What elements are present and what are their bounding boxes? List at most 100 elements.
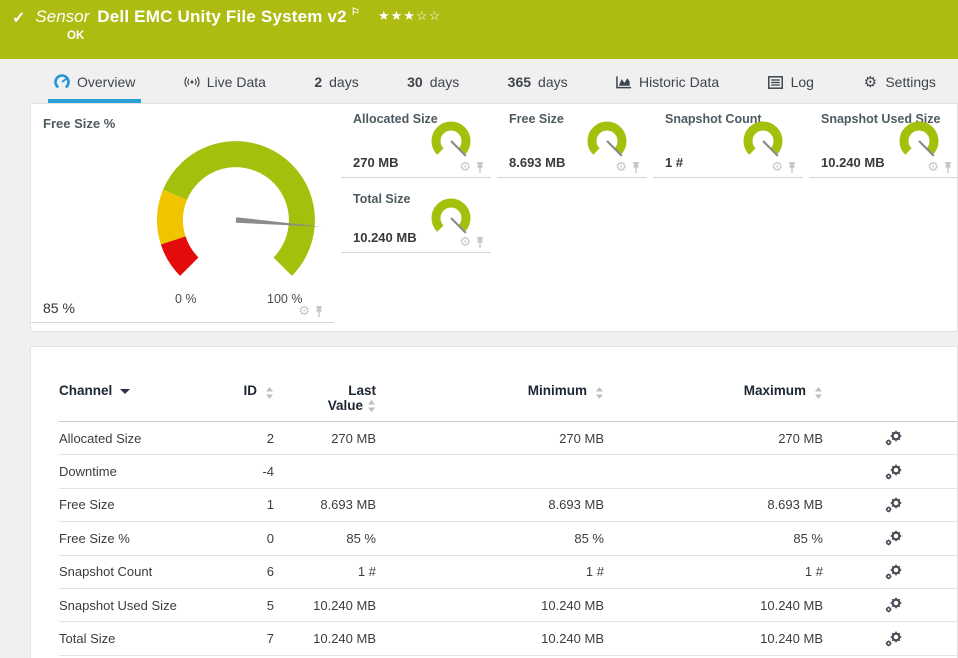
channel-settings-gears-icon[interactable]	[823, 631, 957, 647]
channel-settings-gears-icon[interactable]	[823, 564, 957, 580]
table-row[interactable]: Free Size 1 8.693 MB 8.693 MB 8.693 MB	[59, 489, 957, 522]
tab-365-days[interactable]: 365 days	[502, 74, 574, 103]
pin-icon[interactable]	[787, 162, 797, 174]
priority-stars[interactable]: ★★★☆☆	[378, 8, 441, 24]
sort-icon	[591, 385, 604, 399]
tab-historic-data[interactable]: Historic Data	[610, 74, 725, 103]
pin-icon[interactable]	[943, 162, 953, 174]
table-row[interactable]: Snapshot Count 6 1 # 1 # 1 #	[59, 556, 957, 589]
channel-name: Snapshot Count	[59, 564, 234, 579]
pin-icon[interactable]	[631, 162, 641, 174]
channel-name: Downtime	[59, 464, 234, 479]
object-kind-label: Sensor	[35, 7, 89, 27]
last-value: 10.240 MB	[274, 631, 376, 646]
small-gauges-grid: Allocated Size 270 MB ⚙ Free Size 8.693 …	[334, 104, 958, 331]
tab-30-days[interactable]: 30 days	[401, 74, 465, 103]
gauge-title: Allocated Size	[353, 112, 438, 126]
channel-name: Total Size	[59, 631, 234, 646]
column-header-last-value[interactable]: LastValue	[274, 383, 376, 413]
flag-icon[interactable]: ⚐	[351, 7, 360, 18]
gauge-min-label: 0 %	[175, 292, 197, 306]
minimum-value: 270 MB	[376, 431, 604, 446]
tab-label: Overview	[77, 74, 135, 90]
tab-log[interactable]: Log	[762, 74, 820, 103]
column-header-channel[interactable]: Channel	[59, 383, 234, 398]
tab-label-strong: 30	[407, 74, 423, 90]
channel-settings-gear-icon[interactable]: ⚙	[615, 161, 627, 174]
last-value: 10.240 MB	[274, 598, 376, 613]
channel-settings-gears-icon[interactable]	[823, 597, 957, 613]
sensor-status-banner: ✓ Sensor Dell EMC Unity File System v2⚐ …	[0, 0, 958, 59]
tab-settings[interactable]: ⚙ Settings	[856, 74, 942, 103]
maximum-value: 270 MB	[604, 431, 823, 446]
sort-direction-icon	[120, 389, 130, 394]
tab-label-strong: 365	[508, 74, 531, 90]
pin-icon[interactable]	[475, 237, 485, 249]
small-gauge	[897, 117, 945, 165]
tab-2-days[interactable]: 2 days	[308, 74, 364, 103]
last-value: 8.693 MB	[274, 497, 376, 512]
table-row[interactable]: Total Size 7 10.240 MB 10.240 MB 10.240 …	[59, 622, 957, 655]
tab-label: Historic Data	[639, 74, 719, 90]
gauge-value: 10.240 MB	[821, 155, 885, 170]
column-header-maximum[interactable]: Maximum	[604, 383, 823, 399]
channel-settings-gears-icon[interactable]	[823, 430, 957, 446]
gauge-card-snapshot-used-size: Snapshot Used Size 10.240 MB ⚙	[809, 104, 958, 178]
channel-table-panel: Channel ID LastValue Minimum Maximum All…	[30, 346, 958, 658]
pin-icon[interactable]	[314, 306, 324, 318]
channel-settings-gear-icon[interactable]: ⚙	[459, 161, 471, 174]
channel-id: 7	[234, 631, 274, 646]
small-gauge	[741, 117, 789, 165]
tab-overview[interactable]: Overview	[48, 74, 141, 103]
sort-icon	[367, 400, 376, 412]
column-header-minimum[interactable]: Minimum	[376, 383, 604, 399]
channel-settings-gears-icon[interactable]	[823, 497, 957, 513]
channel-id: 0	[234, 531, 274, 546]
tab-live-data[interactable]: Live Data	[178, 74, 272, 103]
tab-label: Live Data	[207, 74, 266, 90]
tab-label: days	[329, 74, 359, 90]
gauge-icon	[54, 74, 70, 90]
channel-settings-gear-icon[interactable]: ⚙	[927, 161, 939, 174]
channel-name: Allocated Size	[59, 431, 234, 446]
channel-id: -4	[234, 464, 274, 479]
gauge-card-snapshot-count: Snapshot Count 1 # ⚙	[653, 104, 803, 178]
channel-settings-gear-icon[interactable]: ⚙	[771, 161, 783, 174]
table-row[interactable]: Snapshot Used Size 5 10.240 MB 10.240 MB…	[59, 589, 957, 622]
minimum-value: 8.693 MB	[376, 497, 604, 512]
channel-name: Free Size	[59, 497, 234, 512]
table-row[interactable]: Free Size % 0 85 % 85 % 85 %	[59, 522, 957, 555]
minimum-value: 10.240 MB	[376, 598, 604, 613]
channel-settings-gear-icon[interactable]: ⚙	[459, 236, 471, 249]
column-header-id[interactable]: ID	[234, 383, 274, 399]
gauge-max-label: 100 %	[267, 292, 302, 306]
primary-gauge	[131, 128, 341, 298]
maximum-value: 8.693 MB	[604, 497, 823, 512]
channel-settings-gears-icon[interactable]	[823, 464, 957, 480]
minimum-value: 85 %	[376, 531, 604, 546]
minimum-value: 10.240 MB	[376, 631, 604, 646]
small-gauge	[429, 117, 477, 165]
check-icon: ✓	[12, 8, 25, 28]
table-header-row: Channel ID LastValue Minimum Maximum	[59, 383, 957, 422]
gauge-title: Total Size	[353, 192, 410, 206]
table-row[interactable]: Downtime -4	[59, 455, 957, 488]
status-badge: OK	[67, 30, 958, 42]
table-row[interactable]: Allocated Size 2 270 MB 270 MB 270 MB	[59, 422, 957, 455]
tab-bar: Overview Live Data 2 days 30 days 365 da…	[0, 59, 958, 103]
last-value: 1 #	[274, 564, 376, 579]
pin-icon[interactable]	[475, 162, 485, 174]
channel-name: Snapshot Used Size	[59, 598, 234, 613]
gauge-title: Free Size	[509, 112, 564, 126]
gauge-value: 10.240 MB	[353, 230, 417, 245]
channel-settings-gears-icon[interactable]	[823, 530, 957, 546]
tab-label-strong: 2	[314, 74, 322, 90]
small-gauge	[585, 117, 633, 165]
gauge-value: 1 #	[665, 155, 683, 170]
live-data-icon	[184, 74, 200, 90]
channel-id: 6	[234, 564, 274, 579]
primary-gauge-card: Free Size % 0 % 100 % 85 % ⚙	[31, 104, 334, 323]
maximum-value: 10.240 MB	[604, 598, 823, 613]
channel-settings-gear-icon[interactable]: ⚙	[298, 305, 310, 318]
settings-gear-icon: ⚙	[862, 74, 878, 90]
